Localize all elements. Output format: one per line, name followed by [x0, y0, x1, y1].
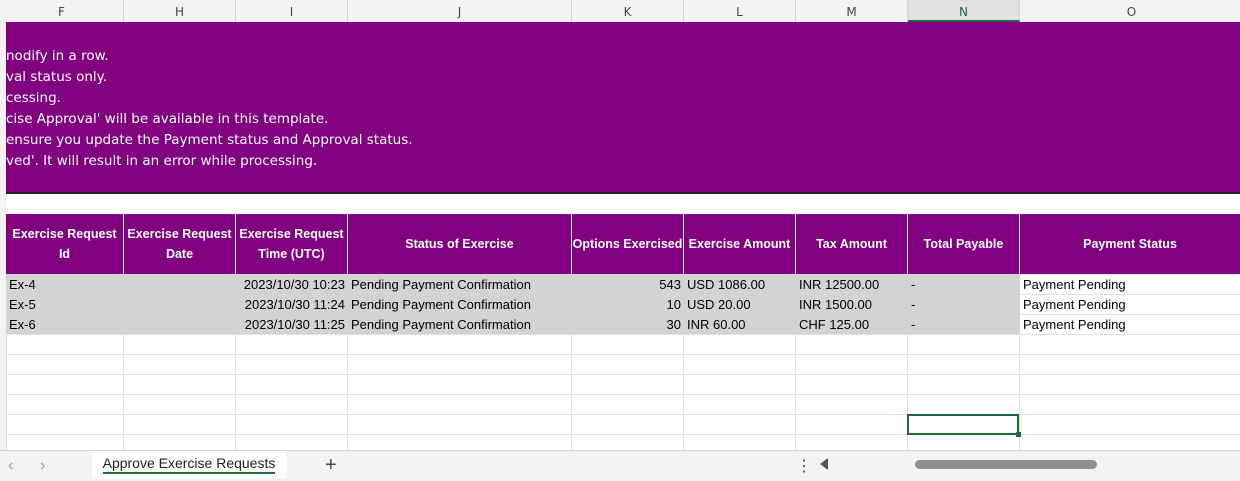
table-header: Exercise Request Id Exercise Request Dat… — [6, 214, 1240, 274]
column-header-i[interactable]: I — [236, 0, 348, 22]
cell-request-datetime[interactable]: 2023/10/30 10:23 — [124, 274, 348, 294]
cell-options[interactable]: 543 — [572, 274, 684, 294]
header-request-time[interactable]: Exercise Request Time (UTC) — [236, 214, 348, 274]
cell-amount[interactable]: USD 1086.00 — [684, 274, 796, 294]
cell-request-id[interactable]: Ex-5 — [6, 294, 124, 314]
cell-payment-status[interactable]: Payment Pending — [1020, 274, 1240, 294]
note-line-4: cise Approval' will be available in this… — [6, 111, 329, 127]
cell-payment-status[interactable]: Payment Pending — [1020, 314, 1240, 334]
table-row: Ex-5 2023/10/30 11:24 Pending Payment Co… — [6, 294, 1240, 314]
cell-amount[interactable]: USD 20.00 — [684, 294, 796, 314]
cell-options[interactable]: 10 — [572, 294, 684, 314]
more-options-icon[interactable]: ⋮ — [796, 456, 812, 476]
note-line-2: val status only. — [6, 69, 107, 85]
header-tax-amount[interactable]: Tax Amount — [796, 214, 908, 274]
cell-request-id[interactable]: Ex-4 — [6, 274, 124, 294]
sheet-tab-label: Approve Exercise Requests — [102, 455, 276, 474]
cell-total[interactable]: - — [908, 294, 1020, 314]
column-header-o[interactable]: O — [1020, 0, 1240, 22]
table-row: Ex-4 2023/10/30 10:23 Pending Payment Co… — [6, 274, 1240, 294]
cell-status[interactable]: Pending Payment Confirmation — [348, 294, 572, 314]
header-exercise-amount[interactable]: Exercise Amount — [684, 214, 796, 274]
blank-row[interactable] — [6, 194, 1240, 214]
cell-request-datetime[interactable]: 2023/10/30 11:25 — [124, 314, 348, 334]
cell-status[interactable]: Pending Payment Confirmation — [348, 314, 572, 334]
header-total-payable[interactable]: Total Payable — [908, 214, 1020, 274]
cell-amount[interactable]: INR 60.00 — [684, 314, 796, 334]
column-header-f[interactable]: F — [0, 0, 124, 22]
column-header-n[interactable]: N — [908, 0, 1020, 22]
table-row: Ex-6 2023/10/30 11:25 Pending Payment Co… — [6, 314, 1240, 334]
column-header-m[interactable]: M — [796, 0, 908, 22]
column-header-j[interactable]: J — [348, 0, 572, 22]
cell-total[interactable]: - — [908, 274, 1020, 294]
note-line-1: nodify in a row. — [6, 48, 109, 64]
next-sheet-icon[interactable]: › — [40, 457, 45, 475]
header-options-exercised[interactable]: Options Exercised — [572, 214, 684, 274]
horizontal-scrollbar[interactable] — [915, 460, 1097, 469]
cell-request-datetime[interactable]: 2023/10/30 11:24 — [124, 294, 348, 314]
note-line-5: ensure you update the Payment status and… — [6, 132, 413, 148]
note-line-3: cessing. — [6, 90, 61, 106]
sheet-tab-approve-exercise-requests[interactable]: Approve Exercise Requests — [92, 451, 286, 479]
column-header-h[interactable]: H — [124, 0, 236, 22]
cell-tax[interactable]: INR 1500.00 — [796, 294, 908, 314]
cell-options[interactable]: 30 — [572, 314, 684, 334]
column-header-row: F H I J K L M N O — [0, 0, 1240, 23]
header-payment-status[interactable]: Payment Status — [1020, 214, 1240, 274]
cell-total[interactable]: - — [908, 314, 1020, 334]
previous-sheet-icon[interactable]: ‹ — [8, 457, 13, 475]
note-line-6: ved'. It will result in an error while p… — [6, 153, 318, 169]
sheet-tab-bar: ‹ › Approve Exercise Requests + ⋮ — [0, 450, 1240, 481]
header-request-date[interactable]: Exercise Request Date — [124, 214, 236, 274]
column-header-l[interactable]: L — [684, 0, 796, 22]
scroll-left-icon[interactable] — [820, 458, 828, 470]
cell-payment-status[interactable]: Payment Pending — [1020, 294, 1240, 314]
cell-request-id[interactable]: Ex-6 — [6, 314, 124, 334]
header-request-id[interactable]: Exercise Request Id — [6, 214, 124, 274]
header-status[interactable]: Status of Exercise — [348, 214, 572, 274]
instructions-banner: nodify in a row. val status only. cessin… — [6, 22, 1240, 194]
cell-status[interactable]: Pending Payment Confirmation — [348, 274, 572, 294]
column-header-k[interactable]: K — [572, 0, 684, 22]
add-sheet-icon[interactable]: + — [325, 454, 337, 477]
active-cell-selection[interactable] — [907, 414, 1021, 437]
cell-tax[interactable]: CHF 125.00 — [796, 314, 908, 334]
cell-tax[interactable]: INR 12500.00 — [796, 274, 908, 294]
